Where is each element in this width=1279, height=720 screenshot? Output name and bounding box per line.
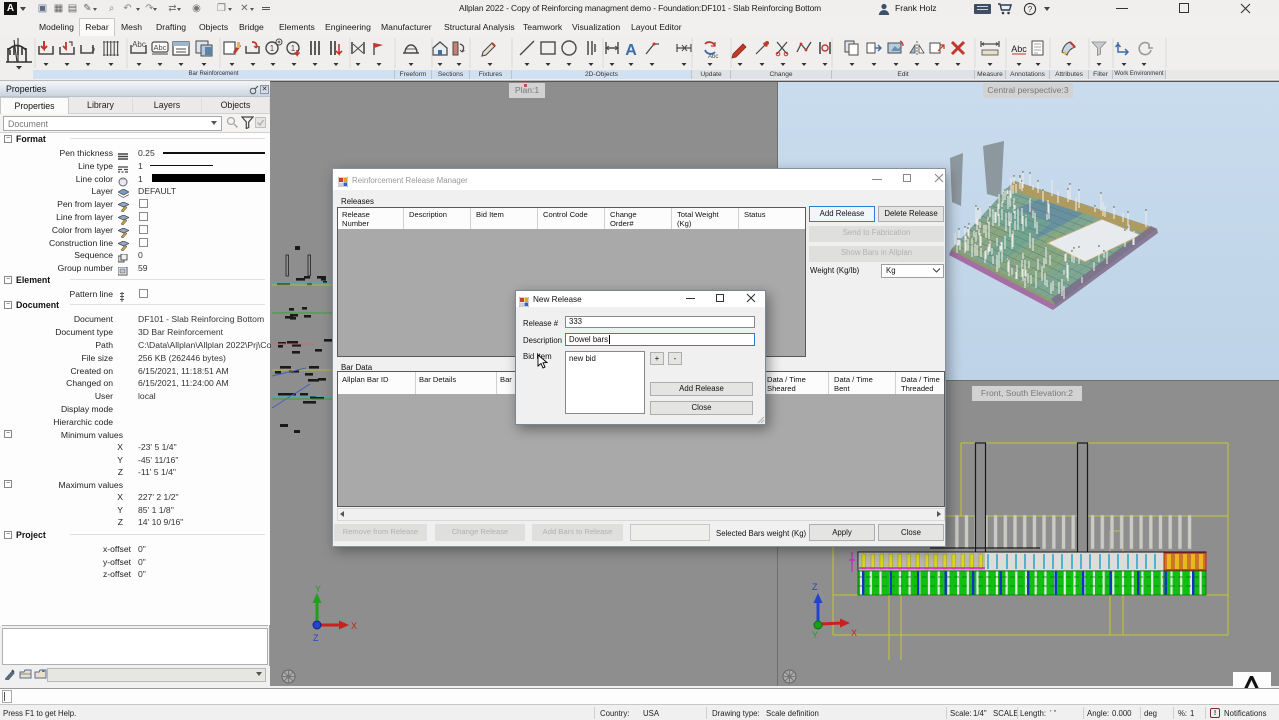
- svg-text:Z: Z: [812, 582, 818, 592]
- svg-text:X: X: [851, 628, 857, 638]
- svg-text:Y: Y: [812, 630, 818, 640]
